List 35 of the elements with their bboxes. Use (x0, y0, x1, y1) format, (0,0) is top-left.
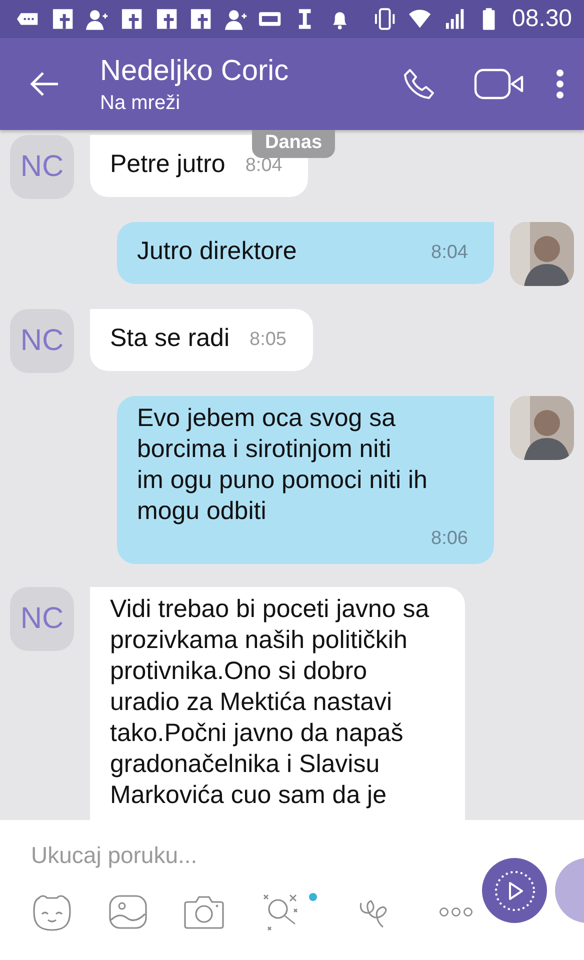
app-notification-icon (50, 7, 74, 31)
gallery-icon[interactable] (108, 894, 148, 930)
message-time: 8:06 (430, 527, 468, 551)
message-text: Sta se radi (110, 322, 230, 354)
contact-status: Na mreži (100, 92, 182, 114)
message-text: Vidi trebao bi poceti javno sa prozivkama naših političkih protivnika.Ono si dobro uradio za Mektića nastavi tako.Počni javno da napaš gradonačelnika i Slavisu Markovića cuo sam da je (110, 594, 430, 811)
contact-avatar[interactable]: NC (10, 587, 74, 651)
contact-avatar[interactable]: NC (10, 309, 74, 373)
date-label: Danas (252, 130, 336, 158)
more-icon[interactable] (438, 906, 474, 918)
clock-time: 08.30 (512, 5, 572, 33)
message-text: Petre jutro (110, 148, 226, 180)
vibrate-icon (373, 7, 398, 31)
app-notification-icon (154, 7, 178, 31)
wifi-icon (408, 7, 432, 31)
camera-icon[interactable] (183, 894, 225, 930)
add-contact-icon (85, 7, 109, 31)
more-icon[interactable] (556, 69, 564, 99)
user-avatar[interactable] (510, 396, 574, 460)
video-call-icon[interactable] (474, 68, 524, 100)
contact-avatar[interactable]: NC (10, 135, 74, 199)
message-text: Evo jebem oca svog sa borcima i sirotinjom niti im ogu puno pomoci niti ih mogu odbiti (137, 403, 428, 527)
app-notification-icon (189, 7, 213, 31)
phone-icon[interactable] (402, 67, 436, 101)
message-time: 8:05 (248, 328, 286, 352)
message-time: 8:04 (430, 240, 468, 264)
sticker-icon[interactable] (31, 892, 73, 932)
app-notification-icon (120, 7, 144, 31)
contact-name: Nedeljko Coric (100, 54, 290, 88)
user-avatar[interactable] (510, 222, 574, 286)
add-contact-icon (224, 7, 248, 31)
message-field[interactable]: Ukucaj poruku... (31, 838, 411, 873)
message-text: Jutro direktore (137, 236, 297, 266)
back-icon[interactable] (30, 71, 60, 97)
play-icon (492, 868, 536, 912)
